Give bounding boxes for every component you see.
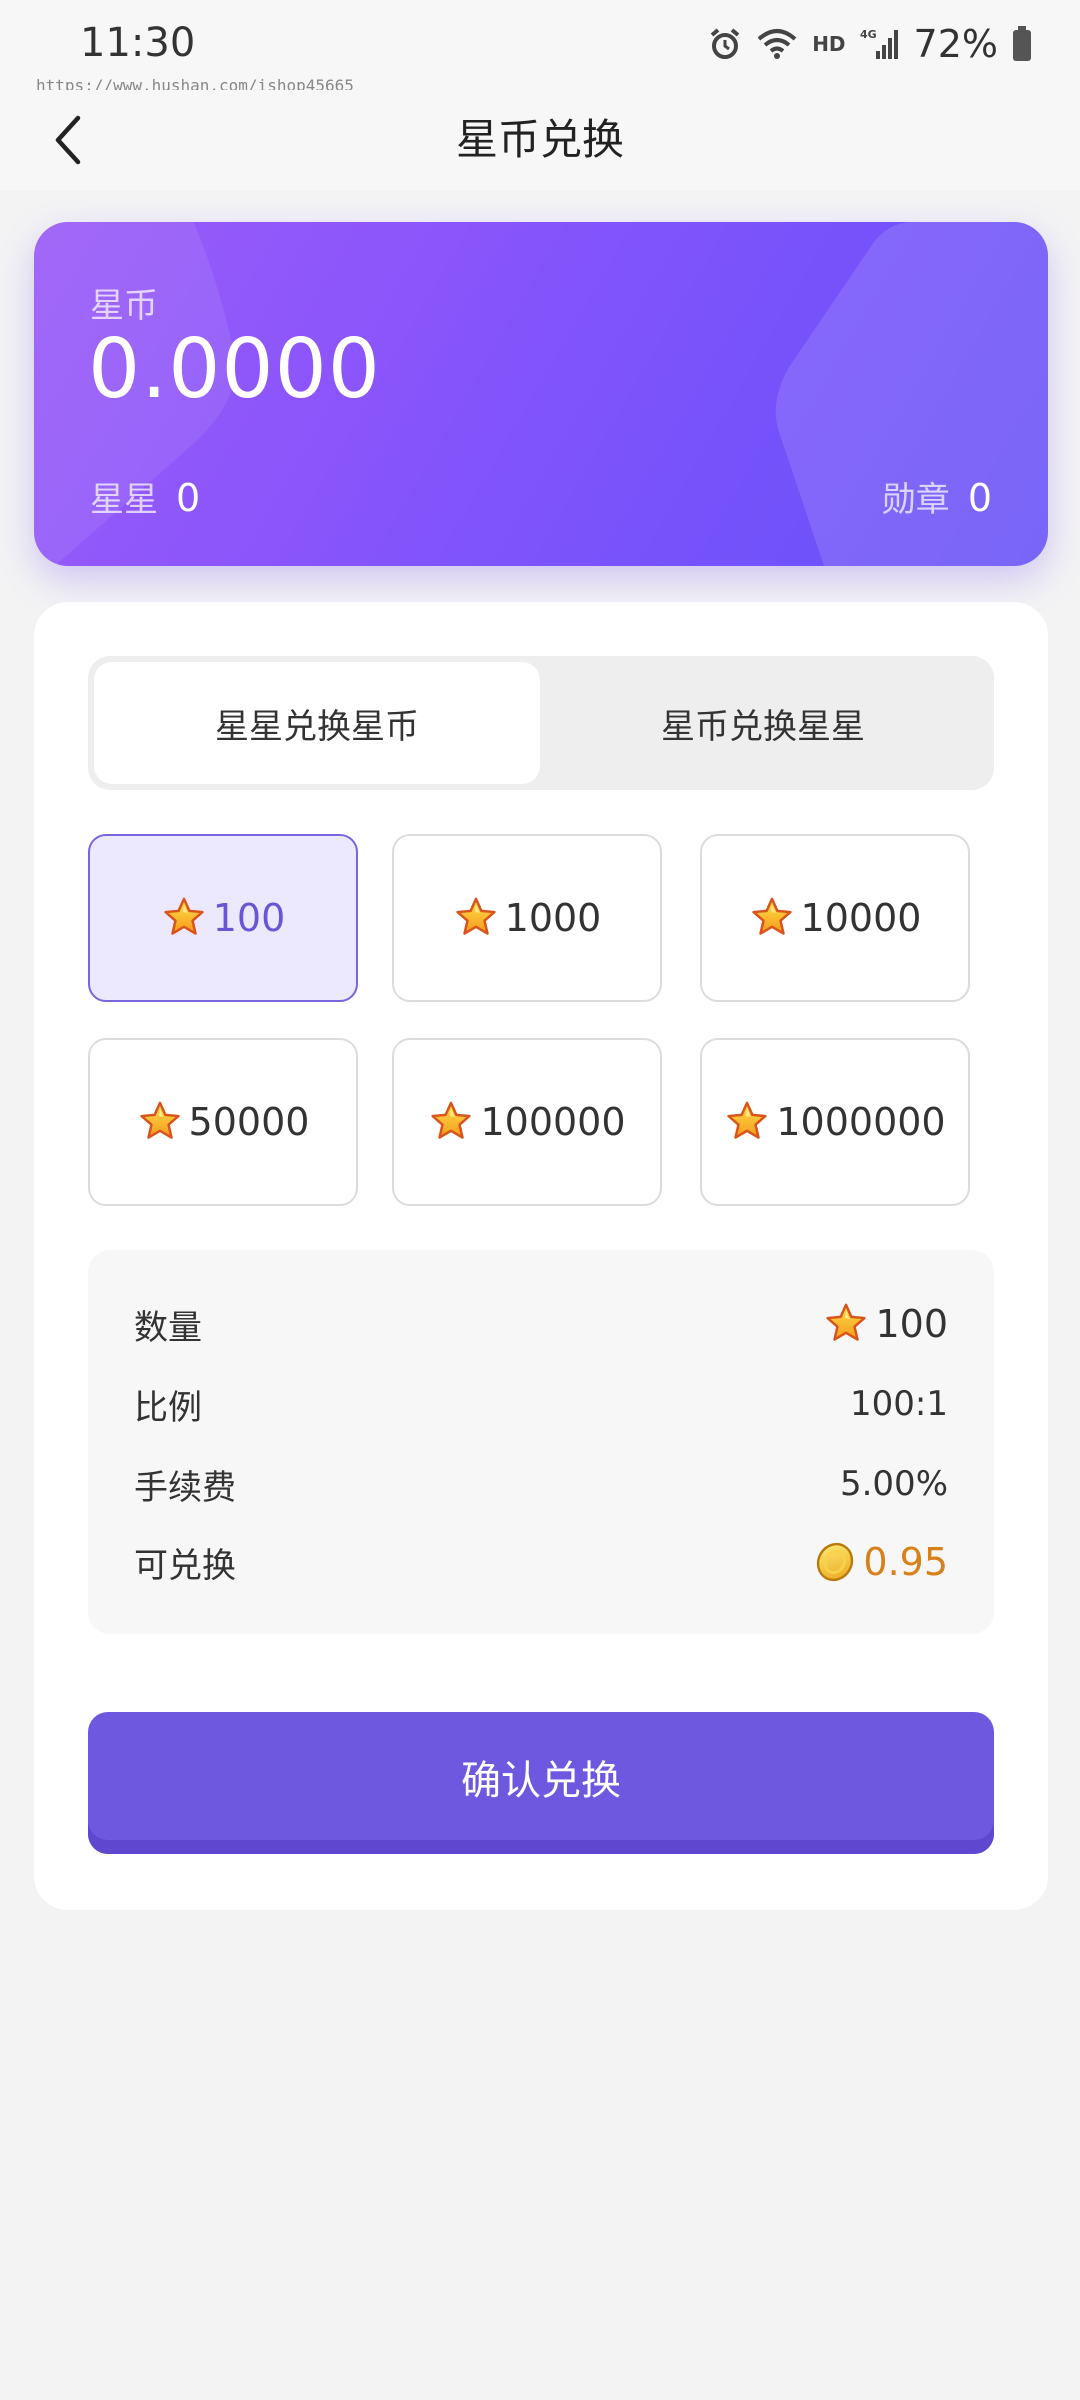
wifi-icon [756, 27, 798, 61]
amount-option-100000[interactable]: 100000 [392, 1038, 662, 1206]
coin-balance-label: 星币 [90, 286, 158, 326]
star-icon [453, 895, 499, 941]
balance-card: 星币 0.0000 星星 0 勋章 0 [34, 222, 1048, 566]
battery-icon [1012, 26, 1032, 62]
exchange-tab-switch: 星星兑换星币 星币兑换星星 [88, 656, 994, 790]
amount-value: 10000 [800, 896, 922, 940]
star-icon [724, 1099, 770, 1145]
stars-balance: 星星 0 [90, 472, 200, 521]
nav-bar: 星币兑换 [0, 90, 1080, 190]
battery-percent: 72% [913, 22, 998, 66]
stars-label: 星星 [90, 480, 158, 520]
network-hd-label: HD [812, 32, 846, 56]
coin-balance-value: 0.0000 [88, 322, 381, 417]
amount-value: 1000000 [776, 1100, 946, 1144]
amount-value: 50000 [188, 1100, 310, 1144]
medal-value: 0 [967, 476, 992, 520]
summary-row-fee: 手续费 5.00% [134, 1452, 948, 1516]
tab-coins-to-stars[interactable]: 星币兑换星星 [540, 662, 986, 784]
amount-value: 100 [212, 896, 286, 940]
status-time: 11:30 [80, 20, 196, 66]
medal-balance: 勋章 0 [882, 472, 992, 521]
star-icon [749, 895, 795, 941]
amount-value: 1000 [504, 896, 602, 940]
fee-label: 手续费 [134, 1467, 236, 1508]
quantity-value: 100 [875, 1302, 948, 1346]
fee-value: 5.00% [839, 1464, 948, 1504]
ratio-label: 比例 [134, 1387, 202, 1428]
medal-label: 勋章 [881, 480, 950, 520]
exchange-summary: 数量 100 比例 100:1 手续费 5.00% 可兑换 0.95 [88, 1250, 994, 1634]
receivable-value-wrap: 0.95 [813, 1540, 948, 1584]
confirm-exchange-button[interactable]: 确认兑换 [88, 1712, 994, 1854]
stars-value: 0 [176, 476, 201, 520]
exchange-panel: 星星兑换星币 星币兑换星星 100 1000 10000 50000 10000… [34, 602, 1048, 1910]
amount-option-100[interactable]: 100 [88, 834, 358, 1002]
star-icon [137, 1099, 183, 1145]
star-icon [161, 895, 207, 941]
amount-option-10000[interactable]: 10000 [700, 834, 970, 1002]
star-icon [823, 1301, 869, 1347]
page-title: 星币兑换 [455, 115, 624, 164]
summary-row-quantity: 数量 100 [134, 1292, 948, 1356]
amount-value: 100000 [480, 1100, 626, 1144]
summary-row-ratio: 比例 100:1 [134, 1372, 948, 1436]
cell-label: 4G [860, 28, 877, 41]
cell-signal-icon: 4G [860, 27, 900, 61]
amount-option-1000[interactable]: 1000 [392, 834, 662, 1002]
tab-stars-to-coins[interactable]: 星星兑换星币 [94, 662, 540, 784]
status-icons: HD 4G 72% [708, 20, 1032, 68]
status-bar: 11:30 HD 4G 72% https://www.hushan.com/i… [0, 0, 1080, 95]
ratio-value: 100:1 [850, 1384, 948, 1424]
coin-icon [813, 1540, 857, 1584]
summary-row-receivable: 可兑换 0.95 [134, 1530, 948, 1594]
quantity-label: 数量 [134, 1307, 202, 1348]
amount-option-50000[interactable]: 50000 [88, 1038, 358, 1206]
star-icon [428, 1099, 474, 1145]
quantity-value-wrap: 100 [823, 1301, 948, 1347]
amount-option-1000000[interactable]: 1000000 [700, 1038, 970, 1206]
alarm-icon [708, 27, 742, 61]
receivable-label: 可兑换 [134, 1545, 236, 1586]
receivable-value: 0.95 [863, 1540, 948, 1584]
